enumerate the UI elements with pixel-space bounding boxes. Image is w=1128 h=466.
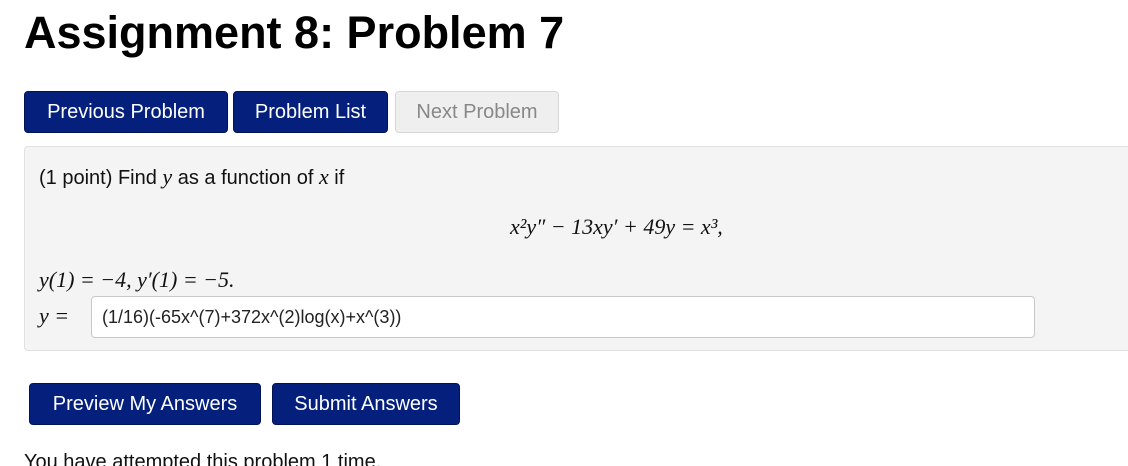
prompt-middle: as a function of (177, 167, 314, 189)
problem-body: (1 point) Find y as a function of x if x… (24, 146, 1128, 351)
initial-conditions: y(1) = −4, y′(1) = −5. (39, 267, 235, 292)
preview-answers-button[interactable]: Preview My Answers (29, 383, 261, 425)
variable-y: y (162, 164, 173, 189)
problem-list-button[interactable]: Problem List (233, 91, 388, 133)
answer-label: y = (39, 303, 70, 328)
differential-equation: x²y″ − 13xy′ + 49y = x³, (510, 214, 723, 239)
submit-answers-button[interactable]: Submit Answers (272, 383, 460, 425)
attempt-status: You have attempted this problem 1 time. (24, 451, 382, 466)
page-title: Assignment 8: Problem 7 (24, 7, 565, 58)
webwork-problem-page: Assignment 8: Problem 7 Previous Problem… (0, 0, 1128, 466)
next-problem-button: Next Problem (395, 91, 559, 133)
answer-input[interactable]: (1/16)(-65x^(7)+372x^(2)log(x)+x^(3)) (91, 296, 1035, 338)
previous-problem-button[interactable]: Previous Problem (24, 91, 228, 133)
prompt-find: Find (117, 167, 157, 189)
variable-x: x (318, 164, 329, 189)
problem-statement: (1 point) Find y as a function of x if (39, 165, 344, 190)
prompt-end: if (334, 167, 345, 189)
points-text: (1 point) (39, 167, 113, 189)
answer-value: (1/16)(-65x^(7)+372x^(2)log(x)+x^(3)) (102, 306, 402, 327)
